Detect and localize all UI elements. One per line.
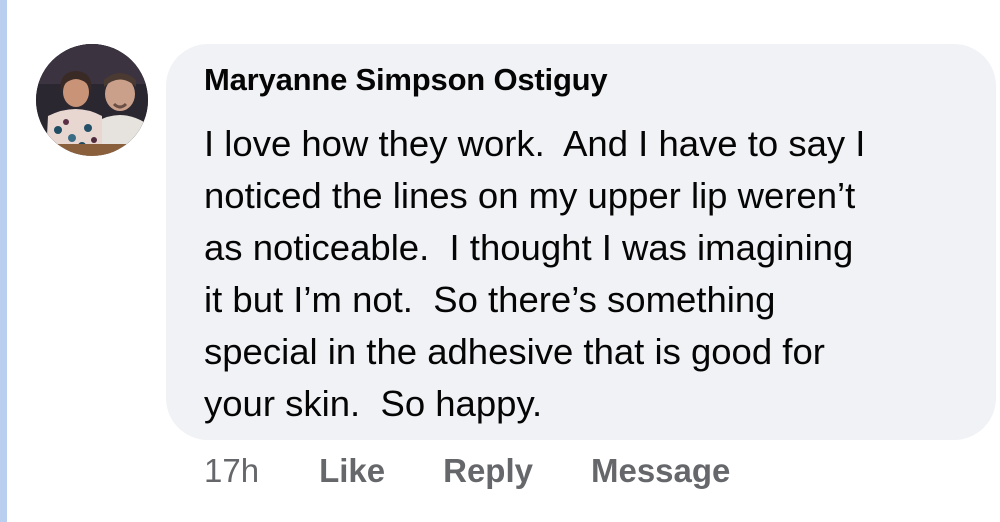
profile-photo-avatar [36, 44, 148, 156]
avatar[interactable] [36, 44, 148, 156]
comment-actions: 17h Like Reply Message [204, 452, 730, 490]
reply-button[interactable]: Reply [443, 452, 533, 490]
comment-text: I love how they work. And I have to say … [204, 123, 866, 424]
like-button[interactable]: Like [319, 452, 385, 490]
comment-timestamp[interactable]: 17h [204, 452, 259, 490]
comment-author-name[interactable]: Maryanne Simpson Ostiguy [204, 62, 608, 98]
message-button[interactable]: Message [591, 452, 730, 490]
thread-line [0, 0, 7, 522]
